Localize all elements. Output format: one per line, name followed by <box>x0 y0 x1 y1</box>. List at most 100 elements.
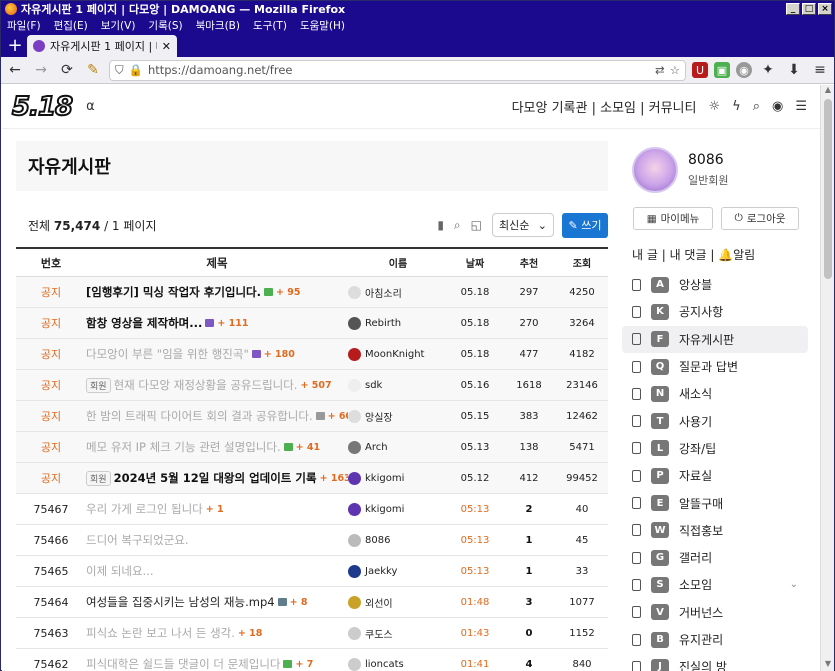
menu-icon[interactable]: ☰ <box>795 99 807 114</box>
menu-edit[interactable]: 편집(E) <box>54 18 88 33</box>
lightning-icon[interactable]: ϟ <box>732 99 741 114</box>
post-title-cell[interactable]: 다모앙이 부른 "임을 위한 행진곡" + 180 <box>86 346 348 362</box>
table-row[interactable]: 75463 피식쇼 논란 보고 나서 든 생각. + 18 쿠도스 01:43 0 1152 <box>16 618 608 649</box>
post-title-cell[interactable]: 피식쇼 논란 보고 나서 든 생각. + 18 <box>86 625 348 641</box>
new-tab-button[interactable]: + <box>5 35 25 57</box>
author[interactable]: Rebirth <box>348 316 448 330</box>
author[interactable]: 아침소리 <box>348 285 448 300</box>
table-row[interactable]: 공지 한 밤의 트래픽 다이어트 회의 결과 공유합니다. + 60앙실장 05.15… <box>16 401 608 432</box>
post-title-cell[interactable]: 메모 유저 IP 체크 기능 관련 설명입니다. + 41 <box>86 439 348 455</box>
extension-icon[interactable]: ✎ <box>83 60 103 80</box>
post-title[interactable]: [임행후기] 믹싱 작업자 후기입니다. <box>86 284 261 300</box>
table-row[interactable]: 75464 여성들을 집중시키는 남성의 재능.mp4 + 8 외선이 01:48 3 10… <box>16 587 608 618</box>
forward-icon[interactable]: → <box>31 60 51 80</box>
table-row[interactable]: 공지 회원 현재 다모앙 재정상황을 공유드립니다. + 507 sdk 05.16 161… <box>16 370 608 401</box>
my-menu-button[interactable]: ▦ 마이메뉴 <box>633 207 713 230</box>
post-title[interactable]: 드디어 복구되었군요. <box>86 532 189 548</box>
menu-help[interactable]: 도움말(H) <box>300 18 345 33</box>
avatar[interactable] <box>632 147 678 193</box>
sidebar-item-q[interactable]: Q 질문과 답변 <box>622 353 812 380</box>
sidebar-item-e[interactable]: E 알뜰구매 <box>622 489 812 516</box>
theme-sun-icon[interactable]: ☼ <box>708 99 720 114</box>
post-title[interactable]: 피식대학은 쉴드들 댓글이 더 문제입니다 <box>86 656 280 671</box>
sidebar-item-k[interactable]: K 공지사항 <box>622 298 812 325</box>
author[interactable]: 외선이 <box>348 595 448 610</box>
post-title[interactable]: 피식쇼 논란 보고 나서 든 생각. <box>86 625 235 641</box>
table-row[interactable]: 공지 [임행후기] 믹싱 작업자 후기입니다. + 95 아침소리 05.18 297 42… <box>16 277 608 308</box>
post-title-cell[interactable]: 회원 현재 다모앙 재정상황을 공유드립니다. + 507 <box>86 377 348 393</box>
site-logo[interactable]: 5.18 <box>11 91 74 123</box>
menu-view[interactable]: 보기(V) <box>101 18 136 33</box>
my-links[interactable]: 내 글 | 내 댓글 | 🔔알림 <box>622 246 812 263</box>
post-title[interactable]: 2024년 5월 12일 대왕의 업데이트 기록 <box>114 470 317 486</box>
notice-toggle-icon[interactable]: ▮ <box>437 218 444 232</box>
gray-extension-icon[interactable]: ◉ <box>736 62 752 78</box>
sidebar-item-a[interactable]: A 앙상블 <box>622 271 812 298</box>
author[interactable]: 앙실장 <box>348 409 448 424</box>
sidebar-item-s[interactable]: S 소모임 ⌄ <box>622 571 812 598</box>
board-search-icon[interactable]: ⌕ <box>454 218 461 233</box>
post-title-cell[interactable]: 함창 영상을 제작하며... + 111 <box>86 315 348 331</box>
menu-file[interactable]: 파일(F) <box>7 18 41 33</box>
address-bar[interactable]: ⛉ 🔒 https://damoang.net/free ⇄ ☆ <box>109 59 686 81</box>
puzzle-icon[interactable]: ✦ <box>758 60 778 80</box>
top-nav[interactable]: 다모앙 기록관 | 소모임 | 커뮤니티 <box>512 97 697 116</box>
user-icon[interactable]: ◉ <box>772 99 783 114</box>
author[interactable]: Jaekky <box>348 564 448 578</box>
author[interactable]: 8086 <box>348 533 448 547</box>
logout-button[interactable]: ⏻ 로그아웃 <box>721 207 799 230</box>
chevron-down-icon[interactable]: ⌄ <box>790 579 798 590</box>
post-title[interactable]: 이제 되네요... <box>86 563 154 579</box>
post-title[interactable]: 여성들을 집중시키는 남성의 재능.mp4 <box>86 594 275 610</box>
table-row[interactable]: 75466 드디어 복구되었군요. 8086 05:13 1 45 <box>16 525 608 556</box>
write-button[interactable]: ✎ 쓰기 <box>562 212 608 238</box>
table-row[interactable]: 75467 우리 가게 로그인 됩니다 + 1 kkigomi 05:13 2 40 <box>16 494 608 525</box>
post-title-cell[interactable]: 회원 2024년 5월 12일 대왕의 업데이트 기록 + 163 <box>86 470 348 486</box>
post-title-cell[interactable]: 한 밤의 트래픽 다이어트 회의 결과 공유합니다. + 60 <box>86 408 348 424</box>
sidebar-item-b[interactable]: B 유지관리 <box>622 626 812 653</box>
download-icon[interactable]: ⬇ <box>784 60 804 80</box>
menu-bookmarks[interactable]: 북마크(B) <box>196 18 240 33</box>
hamburger-menu-icon[interactable]: ≡ <box>810 60 830 80</box>
minimize-button[interactable]: _ <box>786 3 800 15</box>
scroll-down-icon[interactable]: ▼ <box>821 659 835 671</box>
back-icon[interactable]: ← <box>5 60 25 80</box>
scrollbar[interactable]: ▲ ▼ <box>820 85 834 671</box>
post-title-cell[interactable]: 피식대학은 쉴드들 댓글이 더 문제입니다 + 7 <box>86 656 348 671</box>
post-title-cell[interactable]: 이제 되네요... <box>86 563 348 579</box>
table-row[interactable]: 공지 다모앙이 부른 "임을 위한 행진곡" + 180 MoonKnight 05.1… <box>16 339 608 370</box>
post-title[interactable]: 메모 유저 IP 체크 기능 관련 설명입니다. <box>86 439 281 455</box>
sidebar-item-p[interactable]: P 자료실 <box>622 462 812 489</box>
sidebar-item-j[interactable]: J 진실의 방 <box>622 653 812 671</box>
table-row[interactable]: 공지 메모 유저 IP 체크 기능 관련 설명입니다. + 41 Arch 05.13 1… <box>16 432 608 463</box>
sidebar-item-l[interactable]: L 강좌/팁 <box>622 435 812 462</box>
tab-close-icon[interactable]: ✕ <box>162 40 171 53</box>
table-row[interactable]: 75465 이제 되네요... Jaekky 05:13 1 33 <box>16 556 608 587</box>
author[interactable]: 쿠도스 <box>348 626 448 641</box>
sort-select[interactable]: 최신순 ⌄ <box>492 213 554 237</box>
translate-icon[interactable]: ⇄ <box>655 63 665 77</box>
menu-history[interactable]: 기록(S) <box>148 18 182 33</box>
author[interactable]: sdk <box>348 378 448 392</box>
sidebar-item-f[interactable]: F 자유게시판 <box>622 325 808 353</box>
post-title[interactable]: 함창 영상을 제작하며... <box>86 315 202 331</box>
post-title-cell[interactable]: 드디어 복구되었군요. <box>86 532 348 548</box>
author[interactable]: kkigomi <box>348 471 448 485</box>
green-extension-icon[interactable]: ▣ <box>714 62 730 78</box>
author[interactable]: lioncats <box>348 657 448 671</box>
sidebar-item-g[interactable]: G 갤러리 <box>622 544 812 571</box>
table-row[interactable]: 75462 피식대학은 쉴드들 댓글이 더 문제입니다 + 7 lioncats 01:… <box>16 649 608 671</box>
scroll-up-icon[interactable]: ▲ <box>821 85 835 97</box>
post-title[interactable]: 한 밤의 트래픽 다이어트 회의 결과 공유합니다. <box>86 408 313 424</box>
sidebar-item-w[interactable]: W 직접홍보 <box>622 517 812 544</box>
reload-icon[interactable]: ⟳ <box>57 60 77 80</box>
author[interactable]: MoonKnight <box>348 347 448 361</box>
table-row[interactable]: 공지 함창 영상을 제작하며... + 111 Rebirth 05.18 270 3264 <box>16 308 608 339</box>
sidebar-item-v[interactable]: V 거버넌스 <box>622 599 812 626</box>
table-row[interactable]: 공지 회원 2024년 5월 12일 대왕의 업데이트 기록 + 163 kkigomi… <box>16 463 608 494</box>
bookmark-star-icon[interactable]: ☆ <box>670 63 680 77</box>
author[interactable]: Arch <box>348 440 448 454</box>
close-button[interactable]: × <box>818 3 832 15</box>
author[interactable]: kkigomi <box>348 502 448 516</box>
ublock-icon[interactable]: U <box>692 62 708 78</box>
